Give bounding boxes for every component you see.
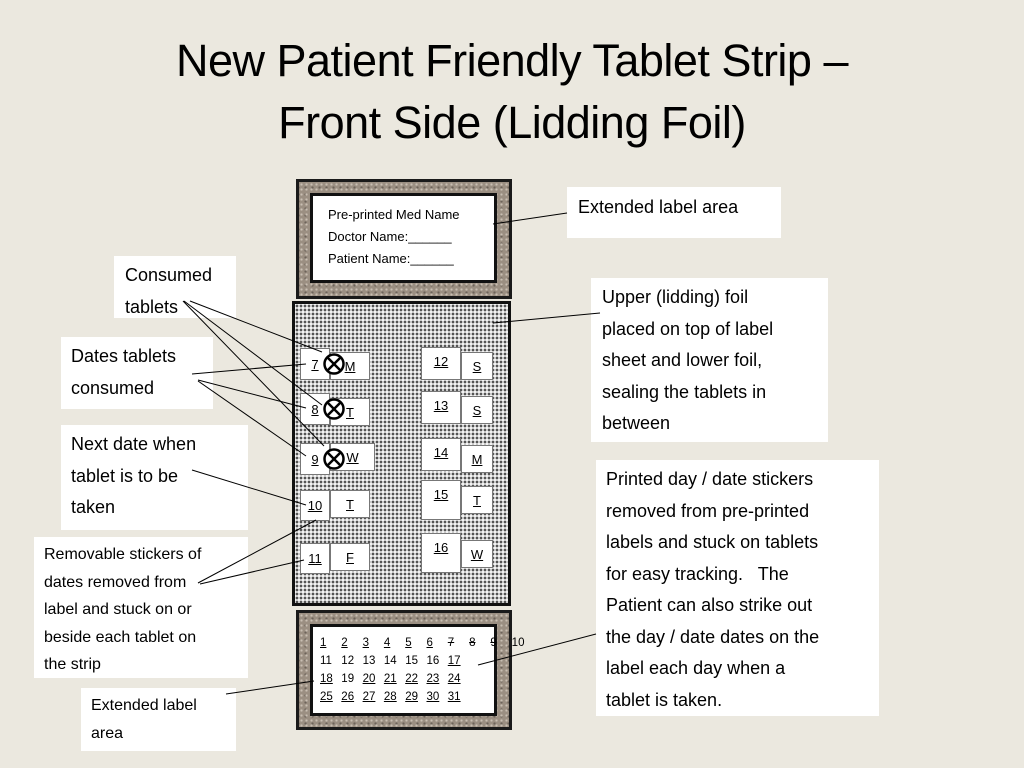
calendar-date: 26 [341, 691, 355, 703]
calendar-date: 22 [405, 673, 418, 685]
calendar-row: 11 12 13 14 15 16 17 [320, 652, 533, 670]
calendar-date: 30 [426, 691, 440, 703]
callout-line: placed on top of label [602, 318, 774, 339]
calendar-date: 3 [362, 637, 369, 649]
callout-line: tablets [125, 296, 179, 317]
calendar-date: 31 [447, 691, 461, 703]
callout-line: Removable stickers of [44, 546, 202, 563]
calendar-date: 24 [447, 673, 461, 685]
consumed-x-mark-icon [323, 398, 345, 420]
calendar-date: 17 [447, 655, 461, 667]
callout-line: Patient can also strike out [606, 595, 813, 615]
callout-printed-stickers: Printed day / date stickers removed from … [596, 460, 879, 716]
tablet-day-sticker: T [330, 490, 370, 518]
calendar-date: 18 [320, 673, 333, 685]
callout-line: labels and stuck on tablets [606, 532, 819, 552]
calendar-row: 25 26 27 28 29 30 31 [320, 688, 533, 706]
tablet-date-sticker: 11 [300, 543, 330, 574]
callout-dates-consumed: Dates tablets consumed [61, 337, 213, 409]
callout-line: dates removed from [44, 573, 187, 591]
calendar-row: 18 19 20 21 22 23 24 [320, 670, 533, 688]
callout-line: area [91, 724, 124, 742]
calendar-date: 16 [426, 655, 440, 667]
callout-removable-stickers: Removable stickers of dates removed from l… [34, 537, 248, 678]
patient-name-text: Patient Name:______ [328, 251, 454, 266]
tablet-date-sticker: 12 [421, 347, 461, 380]
calendar-date: 23 [426, 673, 440, 685]
tablet-day-sticker: M [461, 445, 493, 473]
consumed-x-mark-icon [323, 448, 345, 470]
callout-consumed-tablets: Consumed tablets [114, 256, 236, 318]
calendar-date: 2 [341, 637, 348, 649]
tablet-date-sticker: 16 [421, 533, 461, 573]
title-line-2: Front Side (Lidding Foil) [278, 97, 746, 148]
calendar-date: 10 [511, 637, 525, 649]
doctor-name-text: Doctor Name:______ [328, 229, 452, 244]
calendar-date: 15 [405, 655, 418, 667]
callout-upper-foil: Upper (lidding) foil placed on top of lab… [591, 278, 828, 442]
calendar-date: 27 [362, 691, 376, 703]
calendar-date: 5 [405, 637, 412, 649]
calendar-row: 1 2 3 4 5 6 7 8 9 10 [320, 634, 533, 652]
date-calendar: 1 2 3 4 5 6 7 8 9 10 11 12 13 14 15 16 17 18 19 20 21 22 23 24 2… [320, 634, 533, 706]
calendar-date: 12 [341, 655, 355, 667]
calendar-date: 1 [320, 637, 327, 649]
calendar-date: 11 [320, 655, 332, 667]
calendar-date: 7 [447, 637, 455, 649]
callout-line: the day / date dates on the [606, 626, 820, 647]
med-name-text: Pre-printed Med Name [328, 207, 460, 222]
callout-line: removed from pre-printed [606, 500, 810, 521]
calendar-date: 29 [405, 691, 418, 703]
callout-next-date: Next date when tablet is to be taken [61, 425, 248, 530]
tablet-date-sticker: 10 [300, 490, 330, 521]
calendar-date: 14 [383, 655, 397, 667]
calendar-date: 25 [320, 691, 333, 703]
callout-extended-label-bottom: Extended label area [81, 688, 236, 751]
calendar-date: 28 [383, 691, 397, 703]
tablet-day-sticker: T [461, 486, 493, 514]
callout-line: Extended label [91, 697, 197, 714]
calendar-date: 21 [383, 673, 397, 685]
callout-extended-label-top: Extended label area [567, 187, 781, 238]
calendar-date: 9 [490, 637, 497, 649]
callout-line: the strip [44, 656, 101, 673]
tablet-date-sticker: 13 [421, 391, 461, 424]
callout-line: tablet is taken. [606, 689, 723, 710]
tablet-day-sticker: F [330, 543, 370, 571]
callout-line: Consumed [125, 265, 213, 285]
calendar-date: 6 [426, 637, 433, 649]
calendar-date: 8 [469, 637, 476, 649]
callout-line: sheet and lower foil, [602, 350, 763, 370]
callout-line: for easy tracking. The [606, 563, 789, 584]
tablet-day-sticker: S [461, 352, 493, 380]
tablet-date-sticker: 14 [421, 438, 461, 471]
slide-title: New Patient Friendly Tablet Strip – Fron… [0, 30, 1024, 154]
calendar-date: 13 [362, 655, 376, 667]
callout-line: beside each tablet on [44, 628, 197, 646]
callout-line: sealing the tablets in [602, 381, 767, 402]
callout-line: consumed [71, 377, 155, 398]
callout-line: Upper (lidding) foil [602, 287, 749, 307]
callout-line: label each day when a [606, 658, 786, 678]
calendar-date: 4 [383, 637, 391, 649]
title-line-1: New Patient Friendly Tablet Strip – [175, 35, 849, 86]
tablet-day-sticker: W [461, 540, 493, 568]
leader-line [197, 379, 307, 409]
callout-line: Dates tablets [71, 346, 177, 366]
callout-line: Next date when [71, 434, 197, 454]
tablet-day-sticker: S [461, 396, 493, 424]
callout-line: label and stuck on or [44, 601, 192, 618]
tablet-date-sticker: 15 [421, 480, 461, 520]
callout-line: tablet is to be [71, 465, 179, 486]
calendar-date: 20 [362, 673, 376, 685]
callout-line: Printed day / date stickers [606, 469, 814, 489]
callout-line: taken [71, 497, 116, 517]
callout-line: between [602, 413, 671, 433]
consumed-x-mark-icon [323, 353, 345, 375]
calendar-date: 19 [341, 673, 355, 685]
